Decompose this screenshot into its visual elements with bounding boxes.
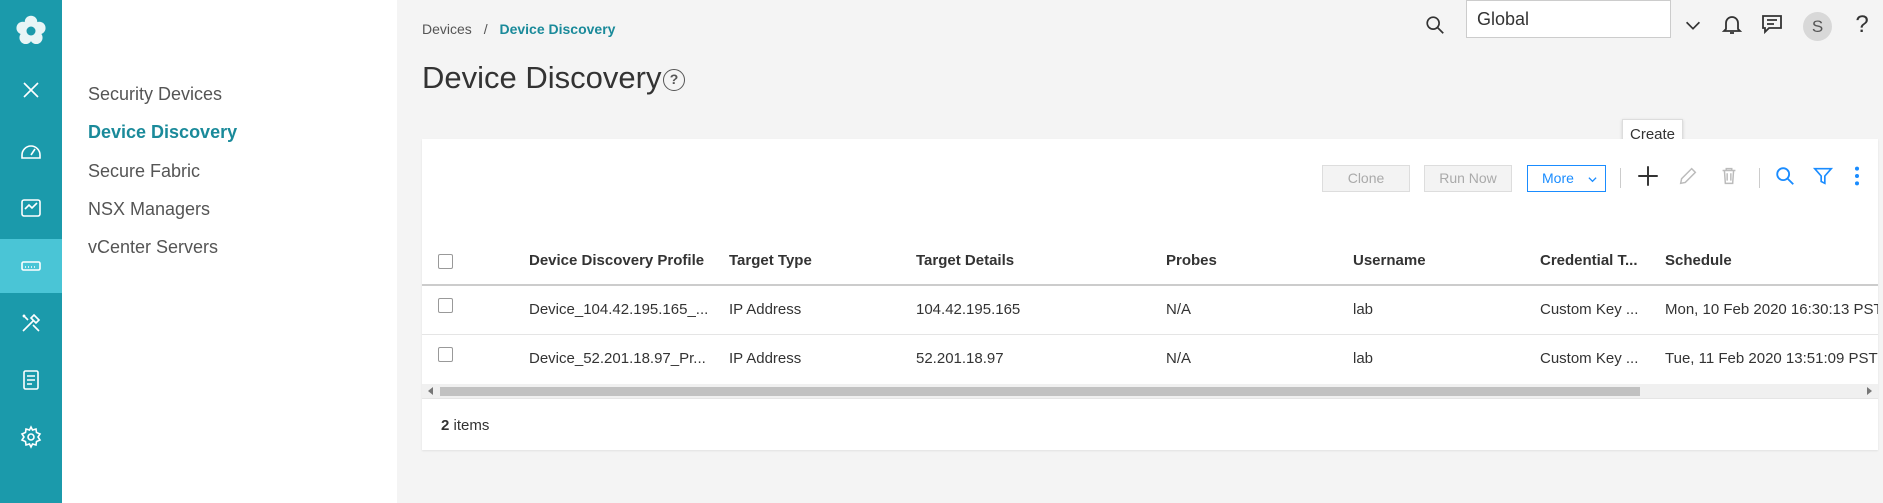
footer-divider [422, 398, 1878, 399]
cell-username: lab [1353, 350, 1374, 367]
close-icon[interactable] [0, 65, 62, 115]
cell-target-type: IP Address [729, 301, 802, 318]
create-plus-icon[interactable] [1635, 163, 1661, 189]
devices-icon[interactable] [0, 239, 62, 293]
cell-probes: N/A [1166, 301, 1192, 318]
help-icon[interactable]: ? [663, 69, 685, 91]
scroll-right-icon[interactable] [1867, 387, 1872, 395]
chevron-down-icon [1588, 177, 1597, 183]
cell-target-type: IP Address [729, 350, 802, 367]
chevron-down-icon[interactable] [1682, 14, 1704, 36]
header-divider [422, 284, 1878, 286]
row-divider [422, 334, 1878, 335]
column-header-schedule[interactable]: Schedule [1665, 252, 1732, 269]
cell-probes: N/A [1166, 350, 1192, 367]
cell-username: lab [1353, 301, 1374, 318]
dashboard-icon[interactable] [0, 126, 62, 176]
more-button-label: More [1542, 170, 1574, 186]
grid-search-icon[interactable] [1774, 163, 1796, 189]
nav-item-security-devices[interactable]: Security Devices [88, 84, 222, 105]
scrollbar-thumb[interactable] [440, 387, 1640, 396]
column-header-username[interactable]: Username [1353, 252, 1426, 269]
breadcrumb: Devices / Device Discovery [422, 21, 615, 37]
search-icon[interactable] [1424, 14, 1446, 36]
horizontal-scrollbar[interactable] [422, 384, 1878, 398]
column-header-target-type[interactable]: Target Type [729, 252, 812, 269]
monitor-icon[interactable] [0, 183, 62, 233]
settings-icon[interactable] [0, 412, 62, 462]
run-now-button[interactable]: Run Now [1424, 165, 1512, 192]
edit-pencil-icon[interactable] [1677, 163, 1699, 189]
help-menu-icon[interactable]: ? [1851, 11, 1873, 38]
item-count-suffix: items [453, 417, 490, 434]
nav-item-secure-fabric[interactable]: Secure Fabric [88, 161, 200, 182]
logo-icon[interactable] [0, 6, 62, 56]
more-button[interactable]: More [1527, 165, 1606, 192]
filter-icon[interactable] [1812, 163, 1834, 189]
toolbar-divider [1759, 168, 1760, 188]
item-count-value: 2 [441, 417, 450, 434]
select-all-checkbox[interactable] [438, 254, 453, 269]
breadcrumb-separator: / [483, 21, 488, 37]
row-checkbox[interactable] [438, 347, 453, 362]
reports-icon[interactable] [0, 355, 62, 405]
delete-trash-icon[interactable] [1718, 163, 1740, 189]
discovery-grid-card: Clone Run Now More Device Discovery Prof… [422, 139, 1878, 450]
kebab-menu-icon[interactable] [1850, 163, 1864, 189]
clone-button[interactable]: Clone [1322, 165, 1410, 192]
breadcrumb-current: Device Discovery [499, 21, 616, 37]
item-count: 2 items [441, 417, 489, 434]
tools-icon[interactable] [0, 298, 62, 348]
toolbar-divider [1620, 168, 1621, 188]
column-header-probes[interactable]: Probes [1166, 252, 1217, 269]
messages-icon[interactable] [1760, 12, 1784, 36]
column-header-profile[interactable]: Device Discovery Profile [529, 252, 704, 269]
cell-profile[interactable]: Device_52.201.18.97_Pr... [529, 350, 719, 367]
cell-profile[interactable]: Device_104.42.195.165_... [529, 301, 719, 318]
page-title: Device Discovery [422, 60, 662, 95]
column-header-credential-type[interactable]: Credential T... [1540, 252, 1638, 269]
nav-item-vcenter-servers[interactable]: vCenter Servers [88, 237, 218, 258]
scroll-left-icon[interactable] [428, 387, 433, 395]
cell-target-details: 104.42.195.165 [916, 301, 1021, 318]
app-rail [0, 0, 62, 503]
cell-credential-type: Custom Key ... [1540, 301, 1639, 318]
cell-credential-type: Custom Key ... [1540, 350, 1639, 367]
bell-icon[interactable] [1720, 12, 1744, 36]
column-header-target-details[interactable]: Target Details [916, 252, 1014, 269]
cell-target-details: 52.201.18.97 [916, 350, 1004, 367]
cell-schedule: Tue, 11 Feb 2020 13:51:09 PST [1665, 350, 1878, 367]
secondary-nav: Security Devices Device Discovery Secure… [62, 0, 397, 503]
scope-select-input[interactable] [1466, 0, 1671, 38]
nav-item-device-discovery[interactable]: Device Discovery [88, 122, 237, 143]
breadcrumb-parent[interactable]: Devices [422, 21, 472, 37]
row-checkbox[interactable] [438, 298, 453, 313]
nav-item-nsx-managers[interactable]: NSX Managers [88, 199, 210, 220]
avatar[interactable]: S [1803, 12, 1832, 41]
cell-schedule: Mon, 10 Feb 2020 16:30:13 PST [1665, 301, 1878, 318]
